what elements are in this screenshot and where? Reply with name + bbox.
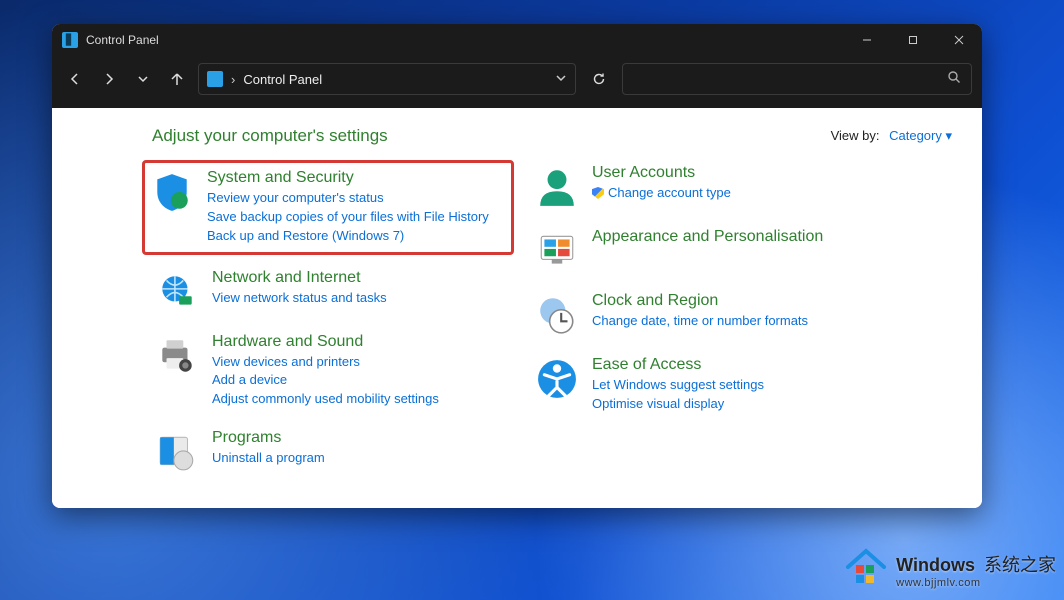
category-title[interactable]: Clock and Region [592, 292, 888, 310]
printer-icon [156, 335, 198, 377]
category-user-accounts[interactable]: User Accounts Change account type [532, 160, 892, 212]
breadcrumb-separator-icon: › [231, 72, 235, 87]
view-by-label: View by: [831, 128, 880, 143]
desktop-background: ▋ Control Panel [0, 0, 1064, 600]
right-column: User Accounts Change account type Appear… [532, 160, 892, 489]
forward-button[interactable] [96, 66, 122, 92]
window-title: Control Panel [86, 33, 159, 47]
category-clock-region[interactable]: Clock and Region Change date, time or nu… [532, 288, 892, 340]
user-icon [536, 166, 578, 208]
category-link[interactable]: View devices and printers [212, 353, 508, 372]
maximize-button[interactable] [890, 24, 936, 56]
titlebar: ▋ Control Panel [52, 24, 982, 56]
search-icon [947, 70, 961, 89]
category-title[interactable]: System and Security [207, 169, 505, 187]
category-appearance[interactable]: Appearance and Personalisation [532, 224, 892, 276]
history-dropdown[interactable] [130, 66, 156, 92]
category-link[interactable]: Save backup copies of your files with Fi… [207, 208, 505, 227]
category-link[interactable]: Optimise visual display [592, 395, 888, 414]
back-button[interactable] [62, 66, 88, 92]
category-link[interactable]: Let Windows suggest settings [592, 376, 888, 395]
watermark: Windows 系统之家 www.bjjmlv.com [844, 545, 1056, 594]
category-link[interactable]: Uninstall a program [212, 449, 508, 468]
accessibility-icon [536, 358, 578, 400]
category-title[interactable]: Hardware and Sound [212, 333, 508, 351]
minimize-button[interactable] [844, 24, 890, 56]
programs-icon [156, 431, 198, 473]
left-column: System and Security Review your computer… [152, 160, 512, 489]
category-link[interactable]: View network status and tasks [212, 289, 508, 308]
clock-icon [536, 294, 578, 336]
category-network[interactable]: Network and Internet View network status… [152, 265, 512, 317]
category-link[interactable]: Back up and Restore (Windows 7) [207, 227, 505, 246]
watermark-tagline: 系统之家 [984, 555, 1056, 575]
personalisation-icon [536, 230, 578, 272]
category-ease-of-access[interactable]: Ease of Access Let Windows suggest setti… [532, 352, 892, 418]
watermark-brand: Windows [896, 555, 975, 575]
category-title[interactable]: Appearance and Personalisation [592, 228, 888, 246]
category-title[interactable]: Ease of Access [592, 356, 888, 374]
control-panel-window: ▋ Control Panel [52, 24, 982, 508]
category-title[interactable]: Network and Internet [212, 269, 508, 287]
control-panel-icon: ▋ [62, 32, 78, 48]
navbar: › Control Panel [52, 56, 982, 108]
category-title[interactable]: Programs [212, 429, 508, 447]
content-area: Adjust your computer's settings View by:… [52, 108, 982, 508]
address-bar[interactable]: › Control Panel [198, 63, 576, 95]
view-by-dropdown[interactable]: View by: Category ▾ [831, 128, 952, 144]
address-label: Control Panel [243, 72, 322, 87]
category-link[interactable]: Change date, time or number formats [592, 312, 888, 331]
category-system-security[interactable]: System and Security Review your computer… [142, 160, 514, 255]
view-by-value: Category [889, 128, 942, 143]
search-input[interactable] [622, 63, 972, 95]
close-button[interactable] [936, 24, 982, 56]
address-control-panel-icon [207, 71, 223, 87]
up-button[interactable] [164, 66, 190, 92]
watermark-url: www.bjjmlv.com [896, 577, 1056, 589]
category-programs[interactable]: Programs Uninstall a program [152, 425, 512, 477]
category-link[interactable]: Review your computer's status [207, 189, 505, 208]
category-link[interactable]: Add a device [212, 371, 508, 390]
category-title[interactable]: User Accounts [592, 164, 888, 182]
house-logo-icon [844, 545, 888, 594]
address-dropdown-icon[interactable] [555, 72, 567, 87]
category-link[interactable]: Adjust commonly used mobility settings [212, 390, 508, 409]
category-link[interactable]: Change account type [592, 184, 888, 203]
shield-icon [151, 171, 193, 213]
globe-icon [156, 271, 198, 313]
refresh-button[interactable] [584, 64, 614, 94]
category-hardware[interactable]: Hardware and Sound View devices and prin… [152, 329, 512, 414]
